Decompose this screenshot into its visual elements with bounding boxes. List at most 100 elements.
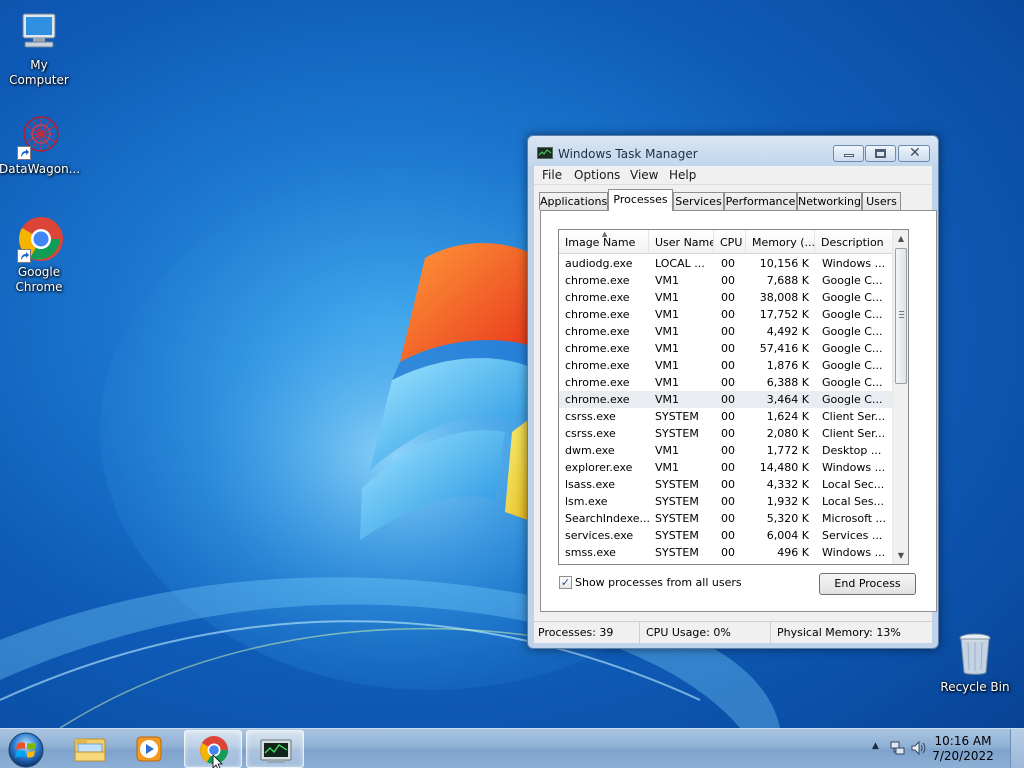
table-row[interactable]: explorer.exe VM1 00 14,480 K Windows ... (559, 459, 892, 476)
menu-help[interactable]: Help (669, 168, 696, 182)
status-physical-memory: Physical Memory: 13% (777, 626, 901, 639)
table-row[interactable]: lsm.exe SYSTEM 00 1,932 K Local Ses... (559, 493, 892, 510)
column-image-name[interactable]: Image Name (559, 230, 649, 254)
tab-processes[interactable]: Processes (608, 189, 673, 211)
close-button[interactable]: ✕ (898, 145, 930, 162)
table-row[interactable]: chrome.exe VM1 00 3,464 K Google C... (559, 391, 892, 408)
desktop-icon-recycle-bin[interactable]: Recycle Bin (935, 630, 1015, 695)
table-row[interactable]: SearchIndexe... SYSTEM 00 5,320 K Microsoft … (559, 510, 892, 527)
column-user-name[interactable]: User Name (649, 230, 714, 254)
grip-icon (899, 311, 904, 318)
cell-memory: 10,156 K (759, 257, 809, 270)
cell-description: Google C... (822, 376, 883, 389)
vertical-scrollbar[interactable]: ▲ ▼ (892, 230, 908, 564)
cell-description: Local Ses... (822, 495, 884, 508)
table-row[interactable]: chrome.exe VM1 00 1,876 K Google C... (559, 357, 892, 374)
cell-description: Client Ser... (822, 410, 886, 423)
table-row[interactable]: chrome.exe VM1 00 7,688 K Google C... (559, 272, 892, 289)
cell-image-name: chrome.exe (565, 393, 630, 406)
cell-description: Local Sec... (822, 478, 885, 491)
column-memory[interactable]: Memory (... (746, 230, 815, 254)
table-row[interactable]: dwm.exe VM1 00 1,772 K Desktop ... (559, 442, 892, 459)
taskbar-media-player-button[interactable] (121, 730, 179, 768)
scroll-up-icon[interactable]: ▲ (893, 230, 908, 247)
cell-user-name: VM1 (655, 308, 680, 321)
show-desktop-button[interactable] (1010, 729, 1024, 768)
maximize-icon (875, 149, 886, 158)
cell-user-name: VM1 (655, 291, 680, 304)
table-row[interactable]: csrss.exe SYSTEM 00 2,080 K Client Ser... (559, 425, 892, 442)
cell-memory: 7,688 K (766, 274, 809, 287)
scrollbar-thumb[interactable] (895, 248, 907, 384)
cell-image-name: audiodg.exe (565, 257, 633, 270)
taskbar-explorer-button[interactable] (60, 730, 118, 768)
cell-memory: 14,480 K (759, 461, 809, 474)
title-bar[interactable]: Windows Task Manager ✕ (528, 136, 938, 166)
column-description[interactable]: Description (815, 230, 892, 254)
cell-description: Microsoft ... (822, 512, 886, 525)
network-icon[interactable] (890, 740, 906, 759)
status-bar: Processes: 39 CPU Usage: 0% Physical Mem… (534, 621, 932, 644)
taskbar: ▲ 10:16 AM 7/20/2022 (0, 728, 1024, 768)
cell-memory: 4,492 K (766, 325, 809, 338)
cell-description: Windows ... (822, 546, 886, 559)
table-row[interactable]: chrome.exe VM1 00 4,492 K Google C... (559, 323, 892, 340)
menu-view[interactable]: View (630, 168, 658, 182)
table-row[interactable]: chrome.exe VM1 00 17,752 K Google C... (559, 306, 892, 323)
cell-description: Client Ser... (822, 427, 886, 440)
recycle-bin-icon (959, 633, 991, 675)
cell-image-name: chrome.exe (565, 308, 630, 321)
tab-performance[interactable]: Performance (724, 192, 797, 210)
table-row[interactable]: chrome.exe VM1 00 57,416 K Google C... (559, 340, 892, 357)
cell-user-name: VM1 (655, 325, 680, 338)
tab-users[interactable]: Users (862, 192, 901, 210)
minimize-icon (844, 154, 854, 157)
cell-user-name: SYSTEM (655, 512, 699, 525)
cell-description: Google C... (822, 359, 883, 372)
show-hidden-icons-icon[interactable]: ▲ (872, 741, 879, 751)
menu-bar: File Options View Help (534, 166, 932, 185)
taskbar-chrome-button[interactable] (184, 730, 242, 768)
desktop-icon-google-chrome[interactable]: Google Chrome (0, 215, 79, 295)
taskbar-task-manager-button[interactable] (246, 730, 304, 768)
window-client: Applications Processes Services Performa… (534, 185, 937, 621)
show-all-processes-checkbox[interactable]: ✓ (559, 576, 572, 589)
tab-applications[interactable]: Applications (539, 192, 608, 210)
status-processes: Processes: 39 (534, 622, 640, 644)
menu-options[interactable]: Options (574, 168, 620, 182)
media-player-icon (136, 736, 162, 762)
cell-description: Services ... (822, 529, 883, 542)
scroll-down-icon[interactable]: ▼ (893, 547, 908, 564)
desktop-icon-datawagon[interactable]: DataWagon... (0, 112, 80, 177)
cell-image-name: explorer.exe (565, 461, 633, 474)
column-cpu[interactable]: CPU (714, 230, 746, 254)
cell-memory: 38,008 K (759, 291, 809, 304)
volume-icon[interactable] (910, 740, 926, 759)
table-row[interactable]: csrss.exe SYSTEM 00 1,624 K Client Ser... (559, 408, 892, 425)
start-button[interactable] (6, 730, 46, 768)
taskbar-clock[interactable]: 10:16 AM 7/20/2022 (928, 734, 998, 764)
table-row[interactable]: services.exe SYSTEM 00 6,004 K Services ... (559, 527, 892, 544)
menu-file[interactable]: File (542, 168, 562, 182)
cell-cpu: 00 (721, 325, 735, 338)
maximize-button[interactable] (865, 145, 896, 162)
table-row[interactable]: smss.exe SYSTEM 00 496 K Windows ... (559, 544, 892, 561)
table-row[interactable]: chrome.exe VM1 00 38,008 K Google C... (559, 289, 892, 306)
desktop-icon-label: Recycle Bin (940, 680, 1010, 694)
table-row[interactable]: chrome.exe VM1 00 6,388 K Google C... (559, 374, 892, 391)
tab-services[interactable]: Services (673, 192, 724, 210)
cell-cpu: 00 (721, 478, 735, 491)
shortcut-arrow-icon (17, 249, 31, 263)
desktop-icon-my-computer[interactable]: My Computer (0, 8, 79, 88)
cell-memory: 17,752 K (759, 308, 809, 321)
end-process-button[interactable]: End Process (819, 573, 916, 595)
cell-cpu: 00 (721, 393, 735, 406)
table-row[interactable]: lsass.exe SYSTEM 00 4,332 K Local Sec... (559, 476, 892, 493)
tab-networking[interactable]: Networking (797, 192, 862, 210)
minimize-button[interactable] (833, 145, 864, 162)
process-list[interactable]: ▲ Image Name User Name CPU Memory (... D… (558, 229, 909, 565)
cell-user-name: VM1 (655, 342, 680, 355)
table-row[interactable]: audiodg.exe LOCAL ... 00 10,156 K Windows ..… (559, 255, 892, 272)
close-icon: ✕ (909, 145, 921, 161)
cell-image-name: chrome.exe (565, 325, 630, 338)
